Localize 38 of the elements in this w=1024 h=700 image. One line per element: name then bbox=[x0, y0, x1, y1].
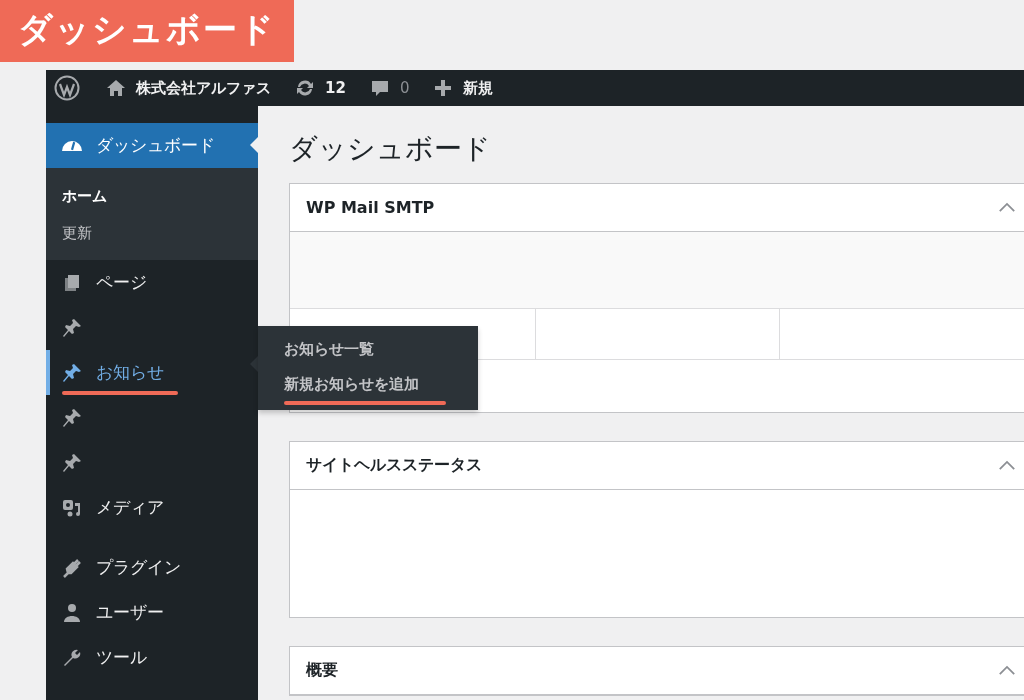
media-icon bbox=[62, 497, 82, 518]
home-icon bbox=[106, 78, 126, 98]
submenu-item[interactable]: 更新 bbox=[46, 215, 258, 252]
page-title: ダッシュボード bbox=[289, 131, 492, 167]
plus-icon bbox=[433, 78, 454, 98]
pages-icon bbox=[62, 272, 82, 293]
flyout-item[interactable]: お知らせ一覧 bbox=[258, 332, 478, 367]
annotation-label: ダッシュボード bbox=[0, 0, 294, 62]
updates-link[interactable]: 12 bbox=[295, 78, 346, 98]
menu-item[interactable]: ユーザー bbox=[46, 590, 258, 635]
pin-icon bbox=[62, 407, 82, 428]
menu-item[interactable]: ページ bbox=[46, 260, 258, 305]
site-link[interactable]: 株式会社アルファス bbox=[106, 78, 271, 98]
panel-title: WP Mail SMTP bbox=[306, 198, 435, 217]
refresh-icon bbox=[295, 78, 315, 98]
wrench-icon bbox=[62, 647, 82, 668]
plug-icon bbox=[62, 557, 82, 578]
menu-item[interactable]: メディア bbox=[46, 485, 258, 530]
logo-icon[interactable] bbox=[54, 75, 80, 101]
menu-item[interactable]: ツール bbox=[46, 635, 258, 680]
speech-bubble-icon bbox=[369, 78, 390, 98]
pointer-notch bbox=[250, 137, 258, 153]
comments-link[interactable]: 0 bbox=[369, 78, 410, 98]
flyout-item[interactable]: 新規お知らせを追加 bbox=[258, 367, 478, 402]
submenu-item[interactable]: ホーム bbox=[46, 178, 258, 215]
pin-icon bbox=[62, 452, 82, 473]
pin-icon bbox=[62, 362, 82, 383]
gauge-icon bbox=[62, 140, 82, 151]
pin-icon bbox=[62, 317, 82, 338]
new-link[interactable]: 新規 bbox=[433, 78, 494, 98]
user-icon bbox=[62, 602, 82, 623]
panel-title: 概要 bbox=[306, 660, 338, 681]
chevron-up-icon[interactable] bbox=[998, 460, 1016, 471]
chevron-up-icon[interactable] bbox=[998, 665, 1016, 676]
menu-item[interactable]: プラグイン bbox=[46, 545, 258, 590]
menu-item[interactable]: ダッシュボード bbox=[46, 123, 258, 168]
chevron-up-icon[interactable] bbox=[998, 202, 1016, 213]
panel-title: サイトヘルスステータス bbox=[306, 455, 482, 476]
